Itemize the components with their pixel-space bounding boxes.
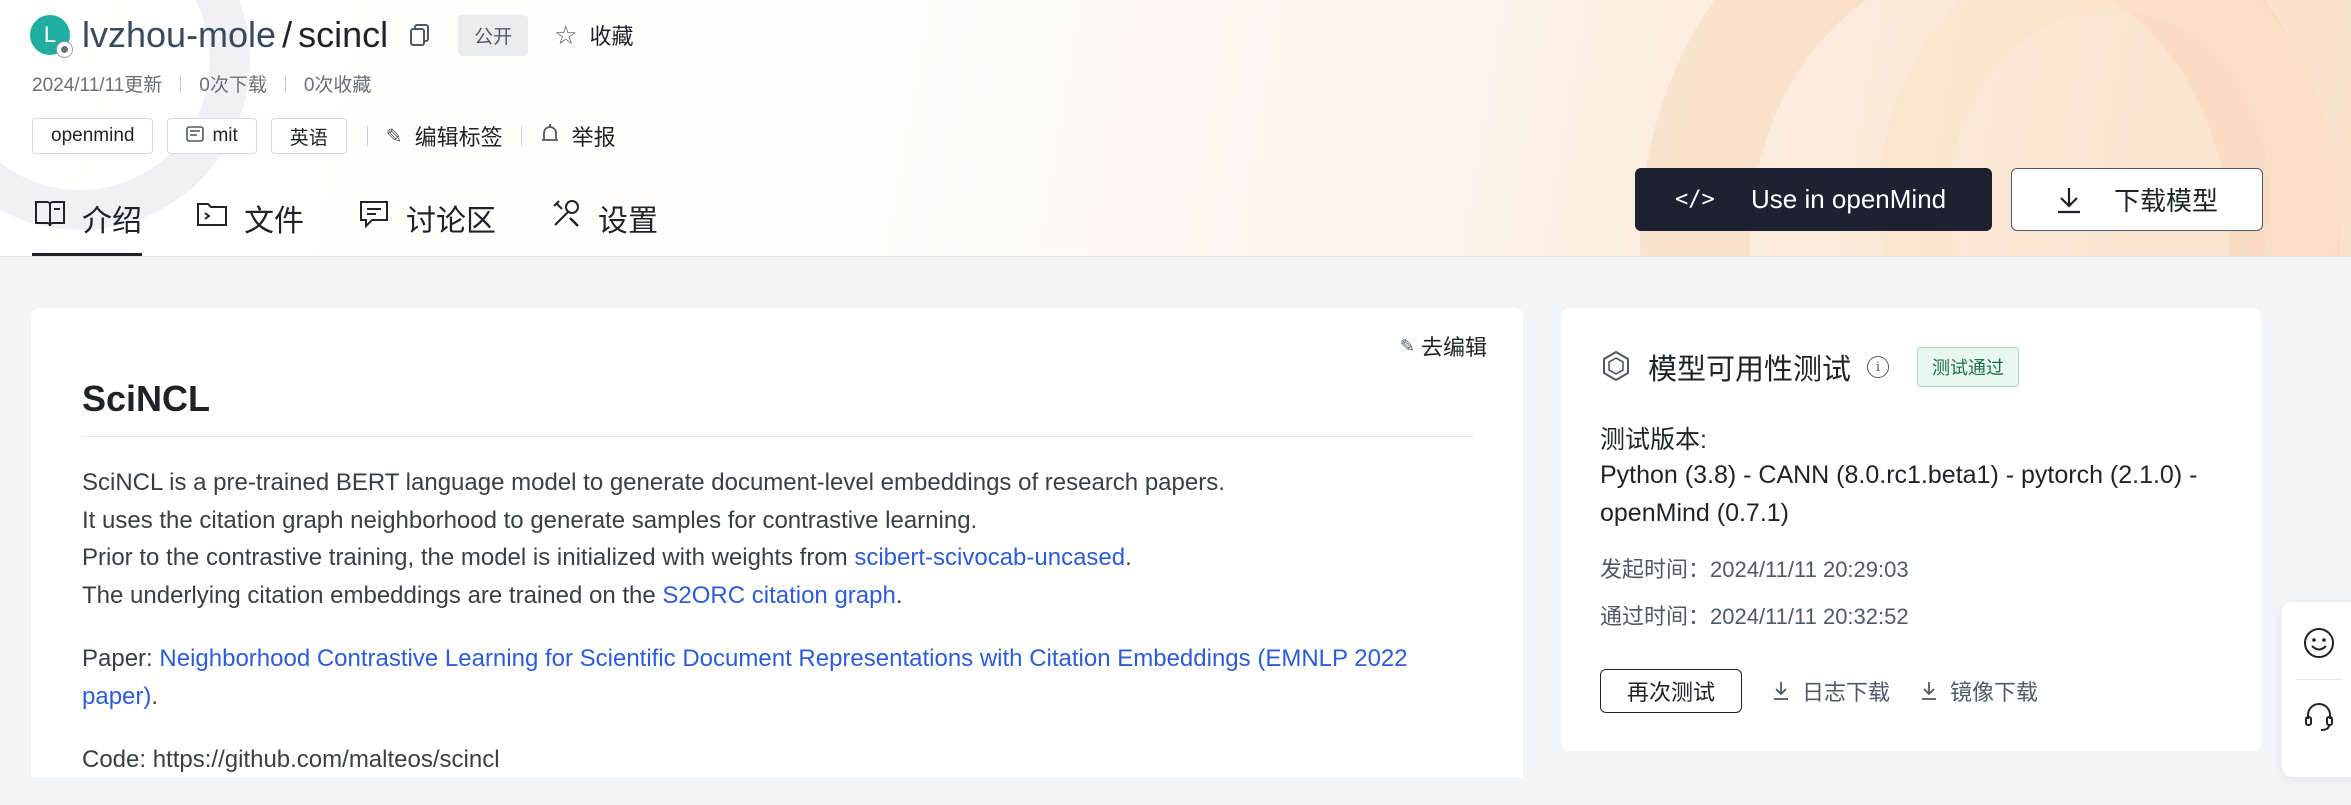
log-download-label: 日志下载	[1802, 680, 1891, 705]
floating-toolbar	[2282, 602, 2351, 777]
tag-chip[interactable]: openmind	[32, 118, 154, 154]
intro-book-icon	[32, 196, 68, 232]
readme-text: It uses the citation graph neighborhood …	[82, 506, 978, 534]
repo-name: scincl	[298, 14, 389, 55]
availability-header: 模型可用性测试 i 测试通过	[1600, 346, 2020, 388]
version-value: Python (3.8) - CANN (8.0.rc1.beta1) - py…	[1600, 461, 2198, 527]
tab-bar: 介绍 文件 讨论区 设置	[32, 190, 710, 256]
tab-label: 文件	[244, 205, 304, 238]
pass-time: 通过时间：2024/11/11 20:32:52	[1600, 604, 1909, 629]
start-time: 发起时间：2024/11/11 20:29:03	[1600, 557, 1909, 582]
readme-text: SciNCL is a pre-trained BERT language mo…	[82, 469, 1225, 496]
image-download-link[interactable]: 镜像下载	[1920, 675, 2038, 707]
readme-text: Code: https://github.com/malteos/scincl	[82, 746, 500, 773]
download-icon	[2056, 186, 2082, 214]
edit-readme-link[interactable]: ✎ 去编辑	[1400, 330, 1487, 362]
tab-settings[interactable]: 设置	[548, 190, 658, 256]
report-button[interactable]: 举报	[540, 120, 616, 152]
divider	[82, 436, 1474, 437]
tab-label: 讨论区	[406, 205, 496, 238]
favorite-button[interactable]: ☆ 收藏	[554, 19, 633, 51]
tag-label: 英语	[289, 127, 328, 149]
availability-title: 模型可用性测试	[1648, 354, 1852, 386]
path-separator: /	[282, 14, 293, 55]
readme-paragraph: SciNCL is a pre-trained BERT language mo…	[82, 464, 1482, 614]
tab-intro[interactable]: 介绍	[32, 190, 142, 256]
download-icon	[1772, 681, 1790, 701]
avatar[interactable]: L	[30, 15, 73, 58]
edit-tags-button[interactable]: ✎ 编辑标签	[386, 120, 503, 152]
avatar-letter: L	[43, 22, 57, 47]
tab-files[interactable]: 文件	[194, 190, 304, 256]
tab-label: 设置	[598, 205, 658, 238]
hexagon-icon	[1600, 350, 1634, 384]
readme-title: SciNCL	[82, 378, 211, 419]
updated-date: 2024/11/11更新	[32, 75, 163, 96]
log-download-link[interactable]: 日志下载	[1772, 675, 1890, 707]
info-icon[interactable]: i	[1867, 356, 1890, 378]
alarm-icon	[540, 123, 560, 149]
availability-test-card: 模型可用性测试 i 测试通过 测试版本: Python (3.8) - CANN…	[1561, 308, 2261, 751]
version-label: 测试版本:	[1600, 426, 1707, 454]
copy-icon[interactable]	[406, 21, 434, 49]
pencil-icon: ✎	[1399, 335, 1415, 356]
divider	[520, 126, 522, 146]
download-count: 0次下载	[199, 75, 267, 96]
owner-link[interactable]: lvzhou-mole	[82, 14, 276, 56]
divider	[366, 126, 368, 146]
tag-label: mit	[212, 125, 238, 146]
favorite-count: 0次收藏	[303, 75, 372, 96]
readme-text: The underlying citation embeddings are t…	[82, 581, 663, 609]
pencil-icon: ✎	[385, 125, 403, 148]
license-chip[interactable]: mit	[167, 118, 257, 154]
tag-row: openmind mit 英语 ✎ 编辑标签 举报	[32, 118, 616, 154]
edit-tags-label: 编辑标签	[414, 125, 503, 150]
retest-button[interactable]: 再次测试	[1600, 669, 1743, 713]
readme-paragraph: Paper: Neighborhood Contrastive Learning…	[82, 640, 1482, 715]
tag-label: openmind	[51, 125, 135, 146]
language-chip[interactable]: 英语	[270, 118, 347, 154]
readme-body: SciNCL is a pre-trained BERT language mo…	[82, 464, 1482, 805]
lock-badge-icon	[56, 41, 73, 58]
use-in-openmind-button[interactable]: </> Use in openMind	[1635, 168, 1992, 231]
feedback-smile-icon[interactable]	[2300, 624, 2338, 662]
star-icon: ☆	[554, 19, 578, 50]
readme-text: .	[1125, 544, 1132, 571]
report-label: 举报	[571, 125, 616, 150]
code-icon: </>	[1675, 187, 1715, 212]
readme-text: Paper:	[82, 645, 160, 672]
scibert-link[interactable]: scibert-scivocab-uncased	[854, 544, 1125, 571]
image-download-label: 镜像下载	[1950, 680, 2039, 705]
download-model-label: 下载模型	[2114, 186, 2219, 216]
divider	[2296, 679, 2342, 680]
readme-text: .	[895, 581, 903, 609]
discussion-icon	[356, 196, 392, 232]
readme-text: .	[151, 682, 159, 710]
status-badge: 测试通过	[1917, 347, 2020, 387]
repo-header: L lvzhou-mole / scincl 公开 ☆ 收藏 2024/11/1…	[0, 0, 2351, 257]
availability-actions: 再次测试 日志下载 镜像下载	[1600, 669, 2038, 713]
repo-meta: 2024/11/11更新 0次下载 0次收藏	[32, 70, 371, 97]
settings-tools-icon	[548, 196, 584, 232]
tab-label: 介绍	[82, 205, 142, 238]
license-icon	[186, 125, 205, 147]
readme-text: Prior to the contrastive training, the m…	[82, 544, 855, 571]
download-icon	[1920, 681, 1938, 701]
visibility-badge: 公开	[458, 14, 529, 56]
customer-service-icon[interactable]	[2300, 698, 2338, 736]
download-model-button[interactable]: 下载模型	[2011, 168, 2263, 231]
readme-paragraph: Code: https://github.com/malteos/scincl	[82, 741, 1482, 779]
edit-readme-label: 去编辑	[1420, 335, 1487, 360]
s2orc-link[interactable]: S2ORC citation graph	[662, 582, 895, 609]
use-in-openmind-label: Use in openMind	[1751, 184, 1947, 214]
divider	[180, 74, 182, 93]
favorite-label: 收藏	[589, 24, 634, 49]
divider	[284, 74, 286, 93]
readme-card: ✎ 去编辑 SciNCL SciNCL is a pre-trained BER…	[31, 308, 1523, 777]
paper-link[interactable]: Neighborhood Contrastive Learning for Sc…	[82, 645, 1408, 710]
folder-icon	[194, 196, 230, 232]
tab-discussion[interactable]: 讨论区	[356, 190, 496, 256]
title-row: L lvzhou-mole / scincl 公开 ☆ 收藏	[30, 12, 633, 58]
